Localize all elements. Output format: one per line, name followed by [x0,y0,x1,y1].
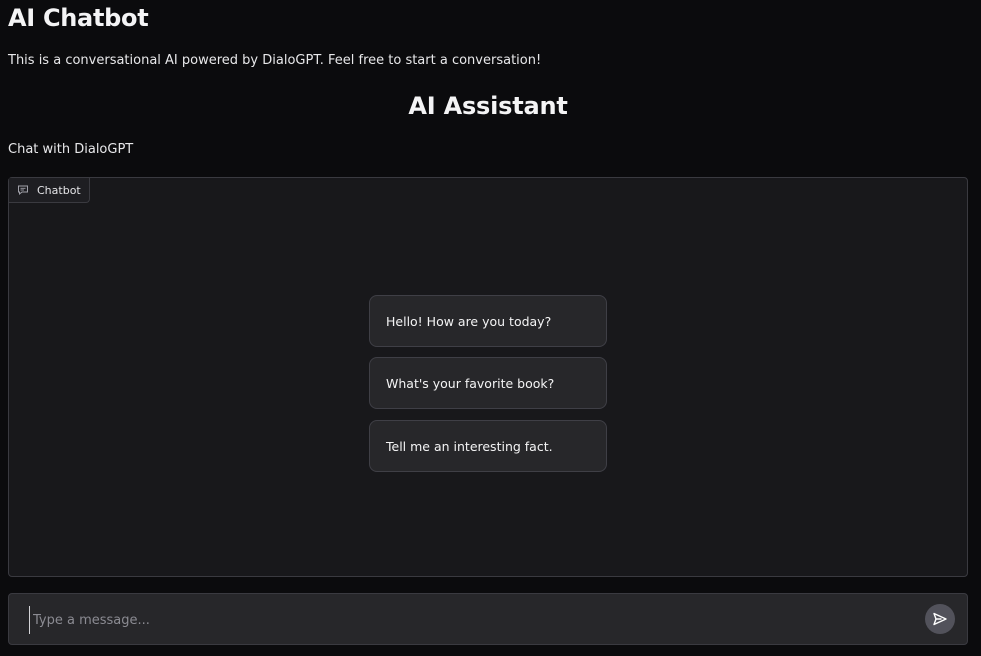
chatbot-panel[interactable]: Chatbot Hello! How are you today? What's… [8,177,968,577]
send-arrow-icon [932,611,948,627]
send-button[interactable] [925,604,955,634]
message-input[interactable] [29,606,915,634]
message-input-row [8,593,968,645]
chatbot-label: Chatbot [9,178,90,203]
example-prompt-button[interactable]: Tell me an interesting fact. [369,420,607,472]
chatbot-label-text: Chatbot [37,183,81,197]
app-title: AI Chatbot [8,4,149,32]
example-prompt-button[interactable]: What's your favorite book? [369,357,607,409]
example-prompt-button[interactable]: Hello! How are you today? [369,295,607,347]
assistant-title: AI Assistant [408,92,568,120]
chat-bubble-icon [17,184,29,196]
example-prompts: Hello! How are you today? What's your fa… [369,295,607,472]
chat-subtitle: Chat with DialoGPT [8,142,134,157]
app-page: AI Chatbot This is a conversational AI p… [0,0,981,656]
app-description: This is a conversational AI powered by D… [8,53,542,68]
